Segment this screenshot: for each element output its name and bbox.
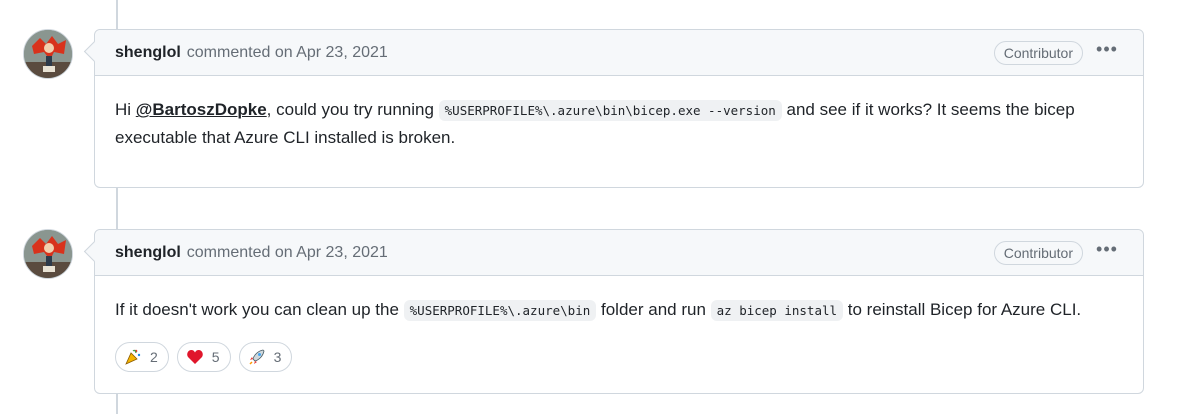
comment-author[interactable]: shenglol: [115, 44, 181, 62]
inline-code: %USERPROFILE%\.azure\bin: [403, 300, 597, 321]
comment-header: shenglol commented on Apr 23, 2021 Contr…: [95, 230, 1143, 276]
inline-code: %USERPROFILE%\.azure\bin\bicep.exe --ver…: [438, 100, 782, 121]
comment-timestamp[interactable]: commented on Apr 23, 2021: [187, 44, 388, 62]
comment-author[interactable]: shenglol: [115, 244, 181, 262]
comment-text: to reinstall Bicep for Azure CLI.: [843, 300, 1082, 319]
reaction-count: 5: [211, 348, 220, 365]
reaction-heart[interactable]: 5: [176, 342, 231, 372]
reaction-tada[interactable]: 2: [115, 342, 169, 372]
reactions-bar: 2 5 3: [115, 342, 1123, 372]
avatar[interactable]: [23, 229, 73, 279]
contributor-badge: Contributor: [993, 241, 1083, 265]
comment-timestamp[interactable]: commented on Apr 23, 2021: [187, 244, 388, 262]
tada-icon: [125, 349, 141, 365]
user-mention[interactable]: @BartoszDopke: [136, 100, 267, 119]
avatar-image: [24, 30, 72, 78]
comment-header: shenglol commented on Apr 23, 2021 Contr…: [95, 30, 1143, 76]
comment-body: Hi @BartoszDopke, could you try running …: [95, 76, 1143, 171]
reaction-count: 3: [273, 348, 282, 365]
kebab-horizontal-icon[interactable]: •••: [1095, 239, 1119, 263]
avatar-image: [24, 230, 72, 278]
comment-text: Hi: [115, 100, 136, 119]
comment-box: shenglol commented on Apr 23, 2021 Contr…: [94, 29, 1144, 188]
comment-body: If it doesn't work you can clean up the …: [95, 276, 1143, 392]
kebab-horizontal-icon[interactable]: •••: [1095, 39, 1119, 63]
contributor-badge: Contributor: [993, 41, 1083, 65]
comment-text: folder and run: [596, 300, 711, 319]
heart-icon: [187, 350, 203, 364]
comment-text: If it doesn't work you can clean up the: [115, 300, 404, 319]
avatar[interactable]: [23, 29, 73, 79]
reaction-count: 2: [150, 348, 158, 365]
comment-text: , could you try running: [266, 100, 439, 119]
reaction-rocket[interactable]: 3: [238, 342, 293, 372]
comment-box: shenglol commented on Apr 23, 2021 Contr…: [94, 229, 1144, 394]
inline-code: az bicep install: [710, 300, 844, 321]
rocket-icon: [249, 349, 265, 365]
